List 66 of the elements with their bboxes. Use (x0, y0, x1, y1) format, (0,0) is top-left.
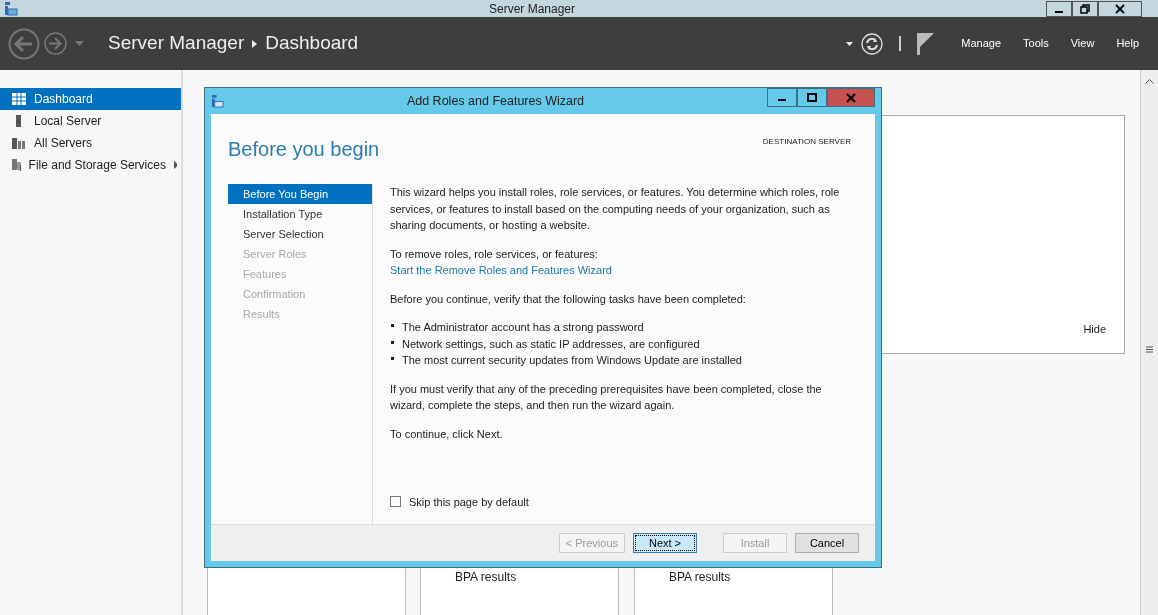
skip-checkbox-label[interactable]: Skip this page by default (409, 493, 529, 510)
wizard-step[interactable]: Before You Begin (228, 184, 372, 204)
bullet-icon (391, 340, 394, 344)
minimize-button[interactable] (767, 88, 797, 107)
separator-icon (899, 36, 902, 51)
sidebar-item[interactable]: Dashboard (0, 88, 181, 110)
back-icon[interactable] (8, 27, 40, 60)
close-icon (846, 92, 856, 103)
maximize-icon (807, 92, 817, 103)
breadcrumb-item[interactable]: Server Manager (108, 29, 245, 58)
scroll-up-icon[interactable] (1145, 78, 1154, 84)
bullet-icon (391, 324, 394, 327)
minimize-button[interactable] (1046, 0, 1072, 17)
paragraph: To remove roles, role services, or features: (390, 246, 599, 262)
sidebar-item[interactable]: All Servers (0, 132, 181, 154)
bullet-text: Network settings, such as static IP addresses, are configured (402, 336, 700, 352)
paragraph: If you must verify that any of the preceding prerequisites have been completed, close the wizard, complete the steps, and then run the wizard again. (390, 381, 823, 413)
restore-button[interactable] (1072, 0, 1098, 17)
menu-item[interactable]: Help (1105, 35, 1150, 52)
wizard-step[interactable]: Installation Type (228, 204, 372, 224)
menu-item[interactable]: View (1059, 35, 1106, 52)
wizard-button[interactable]: Cancel (795, 533, 859, 553)
maximize-button[interactable] (797, 88, 827, 107)
app-icon (211, 94, 224, 108)
skip-checkbox[interactable] (390, 496, 401, 508)
page-heading: Before you begin (228, 137, 380, 162)
chevron-icon (252, 39, 258, 48)
wizard-step: Features (228, 264, 372, 284)
wizard-step: Server Roles (228, 244, 372, 264)
refresh-icon[interactable] (861, 32, 884, 55)
dialog-title: Add Roles and Features Wizard (406, 93, 585, 108)
hide-link[interactable]: Hide (1083, 320, 1106, 337)
sidebar-item[interactable]: Local Server (0, 110, 181, 132)
dashboard-icon (12, 93, 26, 105)
paragraph: To continue, click Next. (390, 426, 504, 442)
expand-arrow-icon[interactable] (173, 161, 177, 169)
storage-icon (12, 159, 21, 171)
remove-wizard-link[interactable]: Start the Remove Roles and Features Wizard (390, 264, 612, 276)
close-button[interactable] (1098, 0, 1142, 17)
dropdown-caret-icon[interactable] (846, 41, 854, 46)
menu-item[interactable]: Manage (950, 35, 1013, 52)
scroll-grip-icon[interactable] (1146, 346, 1153, 353)
close-icon (1115, 3, 1125, 14)
wizard-button[interactable]: Next > (633, 533, 697, 553)
tile-label: BPA results (455, 569, 517, 586)
flag-icon[interactable] (917, 32, 935, 55)
paragraph: This wizard helps you install roles, role services, or features. You determine which roles, role services, or features to install based on the computing needs of your organization, such as sharing documents, or hosting a website. (390, 185, 841, 233)
wizard-step: Confirmation (228, 284, 372, 304)
wizard-step: Results (228, 304, 372, 324)
minimize-icon (1055, 10, 1063, 13)
sidebar-item[interactable]: File and Storage Services (0, 154, 181, 176)
bullet-text: The Administrator account has a strong password (402, 320, 644, 335)
minimize-icon (778, 99, 786, 101)
destination-server-label: DESTINATION SERVER (762, 136, 851, 148)
servers-icon (12, 137, 26, 149)
breadcrumb-item: Dashboard (265, 31, 359, 56)
tile-label: BPA results (669, 569, 731, 586)
menu-item[interactable]: Tools (1012, 35, 1060, 52)
bullet-icon (391, 357, 394, 360)
paragraph: Before you continue, verify that the following tasks have been completed: (390, 291, 747, 307)
forward-icon[interactable] (44, 32, 67, 55)
window-title: Server Manager (488, 1, 575, 16)
app-icon (4, 1, 18, 16)
wizard-step[interactable]: Server Selection (228, 224, 372, 244)
restore-icon (1080, 3, 1090, 14)
bullet-text: The most current security updates from Windows Update are installed (402, 353, 742, 368)
